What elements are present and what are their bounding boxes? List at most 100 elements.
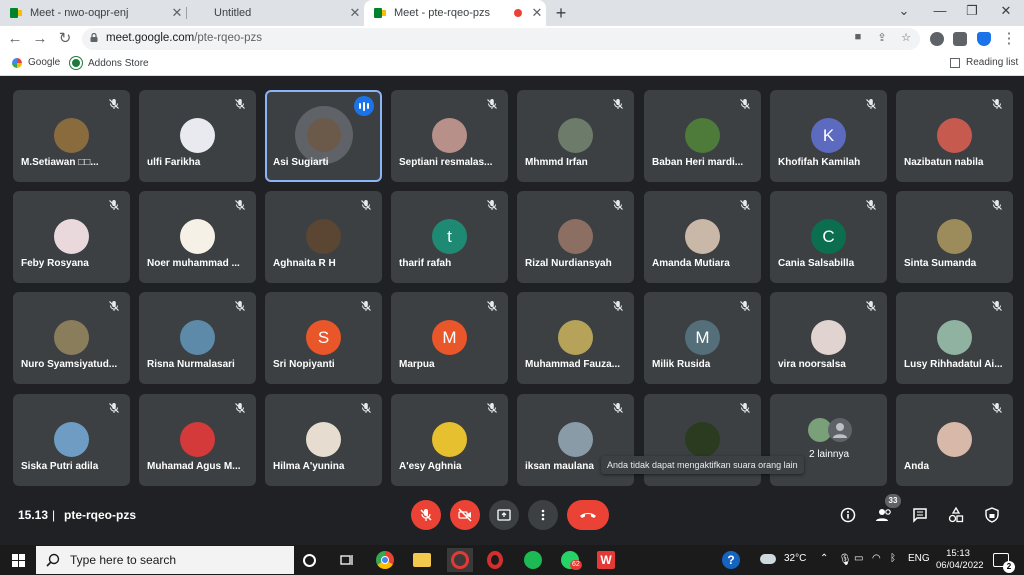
notifications-button[interactable]: 2 (993, 553, 1015, 573)
file-explorer-icon[interactable] (413, 553, 431, 567)
participant-tile[interactable]: Anda (896, 394, 1013, 486)
avatar (180, 118, 215, 153)
show-hidden-icons[interactable]: ⌃ (820, 553, 828, 564)
participant-tile[interactable]: Lusy Rihhadatul Ai... (896, 292, 1013, 384)
reading-list-button[interactable]: Reading list (950, 57, 1018, 68)
participant-tile[interactable]: M Milik Rusida (644, 292, 761, 384)
leave-call-button[interactable] (567, 500, 609, 530)
mic-off-icon (361, 200, 371, 210)
chrome-menu-icon[interactable]: ⋮ (1000, 30, 1018, 48)
taskbar-search-input[interactable]: Type here to search (36, 546, 294, 574)
host-controls-button[interactable] (982, 505, 1002, 525)
tab-meet-nwo-oqpr-enj[interactable]: Meet - nwo-oqpr-enj ✕ (0, 0, 186, 26)
language-indicator[interactable]: ENG (908, 553, 930, 564)
meeting-details-button[interactable] (838, 505, 858, 525)
extensions-puzzle-icon[interactable] (953, 32, 967, 46)
bluetooth-icon[interactable]: ᛒ (890, 553, 896, 564)
chat-button[interactable] (910, 505, 930, 525)
participant-tile[interactable]: vira noorsalsa (770, 292, 887, 384)
avatar (432, 118, 467, 153)
participant-tile[interactable]: S Sri Nopiyanti (265, 292, 382, 384)
address-bar[interactable]: meet.google.com/pte-rqeo-pzs ■ ⇪ ☆ (82, 28, 920, 50)
network-icon[interactable]: ▭ (854, 553, 863, 564)
participant-tile[interactable]: Muhamad Agus M... (139, 394, 256, 486)
forward-button[interactable]: → (31, 30, 49, 48)
reload-button[interactable]: ↻ (56, 30, 74, 48)
participant-tile[interactable]: A'esy Aghnia (391, 394, 508, 486)
close-tab-icon[interactable]: ✕ (528, 5, 546, 21)
mic-off-icon (487, 403, 497, 413)
chrome-taskbar-icon[interactable] (376, 551, 394, 569)
present-screen-button[interactable] (489, 500, 519, 530)
bookmark-addons-store[interactable]: Addons Store (70, 57, 149, 69)
bookmark-label: Google (28, 57, 61, 68)
participant-name: Milik Rusida (652, 359, 711, 370)
participant-tile[interactable]: Asi Sugiarti (265, 90, 382, 182)
task-view-icon[interactable] (338, 551, 356, 569)
participant-tile[interactable]: Feby Rosyana (13, 191, 130, 283)
participant-name: tharif rafah (399, 258, 452, 269)
opera-icon[interactable] (487, 551, 503, 569)
minimize-button[interactable]: — (930, 3, 950, 18)
participant-tile[interactable]: Siska Putri adila (13, 394, 130, 486)
avatar (306, 219, 341, 254)
help-icon[interactable]: ? (722, 551, 740, 569)
participant-name: Sri Nopiyanti (273, 359, 335, 370)
tab-untitled[interactable]: Untitled ✕ (188, 0, 364, 26)
participant-tile[interactable]: Aghnaita R H (265, 191, 382, 283)
google-meet-icon (10, 8, 22, 18)
camera-icon[interactable]: ■ (850, 31, 866, 43)
share-icon[interactable]: ⇪ (874, 31, 890, 44)
close-tab-icon[interactable]: ✕ (168, 5, 186, 21)
system-clock[interactable]: 15:13 06/04/2022 (936, 548, 984, 572)
participant-tile[interactable]: Muhammad Fauza... (517, 292, 634, 384)
participant-tile[interactable]: Septiani resmalas... (391, 90, 508, 182)
participant-tile[interactable]: Sinta Sumanda (896, 191, 1013, 283)
participant-tile[interactable]: t tharif rafah (391, 191, 508, 283)
wifi-icon[interactable]: ◠ (872, 553, 881, 564)
camera-toggle-button[interactable] (450, 500, 480, 530)
bookmark-google[interactable]: Google (12, 57, 60, 68)
cortana-icon[interactable] (303, 554, 316, 567)
extension-shield-icon[interactable] (930, 32, 944, 46)
participant-tile[interactable]: Noer muhammad ... (139, 191, 256, 283)
microphone-tray-icon[interactable]: 🎙 (838, 553, 852, 566)
participant-tile[interactable]: Nuro Syamsiyatud... (13, 292, 130, 384)
mic-off-icon (992, 301, 1002, 311)
participant-tile[interactable]: C Cania Salsabilla (770, 191, 887, 283)
wps-office-icon[interactable]: W (597, 551, 615, 569)
participant-tile[interactable]: K Khofifah Kamilah (770, 90, 887, 182)
show-everyone-button[interactable] (874, 505, 894, 525)
microphone-toggle-button[interactable] (411, 500, 441, 530)
close-window-button[interactable]: ✕ (996, 3, 1016, 19)
participant-tile[interactable]: Mhmmd Irfan (517, 90, 634, 182)
extension-security-icon[interactable] (977, 32, 991, 46)
participant-tile[interactable]: Hilma A'yunina (265, 394, 382, 486)
weather-temperature[interactable]: 32°C (784, 553, 806, 564)
google-icon (12, 57, 22, 68)
maximize-button[interactable]: ❐ (962, 3, 982, 19)
close-tab-icon[interactable]: ✕ (346, 5, 364, 21)
participant-name: Muhamad Agus M... (147, 461, 241, 472)
participant-tile[interactable]: Nazibatun nabila (896, 90, 1013, 182)
more-options-button[interactable] (528, 500, 558, 530)
participant-tile[interactable]: Rizal Nurdiansyah (517, 191, 634, 283)
participant-tile[interactable]: ulfi Farikha (139, 90, 256, 182)
new-tab-button[interactable]: + (552, 3, 570, 24)
participant-tile[interactable]: Risna Nurmalasari (139, 292, 256, 384)
app-taskbar-icon[interactable] (451, 551, 469, 569)
tab-meet-pte-rqeo-pzs[interactable]: Meet - pte-rqeo-pzs ✕ (364, 0, 546, 26)
activities-button[interactable] (946, 505, 966, 525)
tab-search-icon[interactable]: ⌄ (894, 3, 914, 19)
participant-tile[interactable]: M.Setiawan □□... (13, 90, 130, 182)
spotify-icon[interactable] (524, 551, 542, 569)
google-meet-icon (374, 8, 386, 18)
windows-start-icon[interactable] (12, 554, 25, 567)
avatar (306, 422, 341, 457)
participant-tile[interactable]: Baban Heri mardi... (644, 90, 761, 182)
bookmark-star-icon[interactable]: ☆ (898, 31, 914, 44)
participant-tile[interactable]: Amanda Mutiara (644, 191, 761, 283)
others-count: 2 lainnya (809, 449, 850, 460)
participant-tile[interactable]: M Marpua (391, 292, 508, 384)
back-button[interactable]: ← (6, 30, 24, 48)
